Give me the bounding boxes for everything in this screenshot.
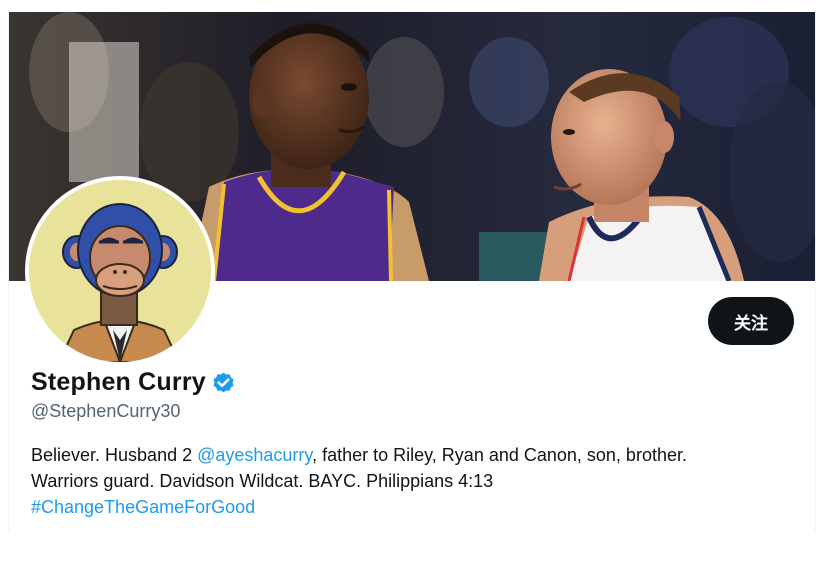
avatar[interactable]	[25, 176, 215, 366]
hashtag-link[interactable]: #ChangeTheGameForGood	[31, 497, 255, 517]
bio-line-2: Warriors guard. Davidson Wildcat. BAYC. …	[31, 471, 494, 491]
bio-text: , father to Riley, Ryan and Canon, son, …	[312, 445, 687, 465]
profile-card: 关注 Stephen Curry @StephenCurry30 Believe…	[8, 12, 816, 531]
display-name: Stephen Curry	[31, 368, 206, 396]
bio-text: Believer. Husband 2	[31, 445, 198, 465]
verified-badge-icon[interactable]	[211, 370, 236, 395]
avatar-image	[29, 180, 211, 362]
bio-line-3: #ChangeTheGameForGood	[31, 494, 801, 520]
profile-bio: Believer. Husband 2 @ayeshacurry, father…	[31, 442, 801, 520]
bored-ape-avatar-icon	[29, 180, 211, 362]
page: 关注 Stephen Curry @StephenCurry30 Believe…	[0, 0, 827, 567]
user-handle: @StephenCurry30	[31, 401, 181, 421]
follow-button[interactable]: 关注	[708, 297, 794, 345]
bio-line-1: Believer. Husband 2 @ayeshacurry, father…	[31, 442, 801, 468]
mention-link[interactable]: @ayeshacurry	[197, 445, 312, 465]
display-name-row: Stephen Curry	[31, 368, 236, 397]
